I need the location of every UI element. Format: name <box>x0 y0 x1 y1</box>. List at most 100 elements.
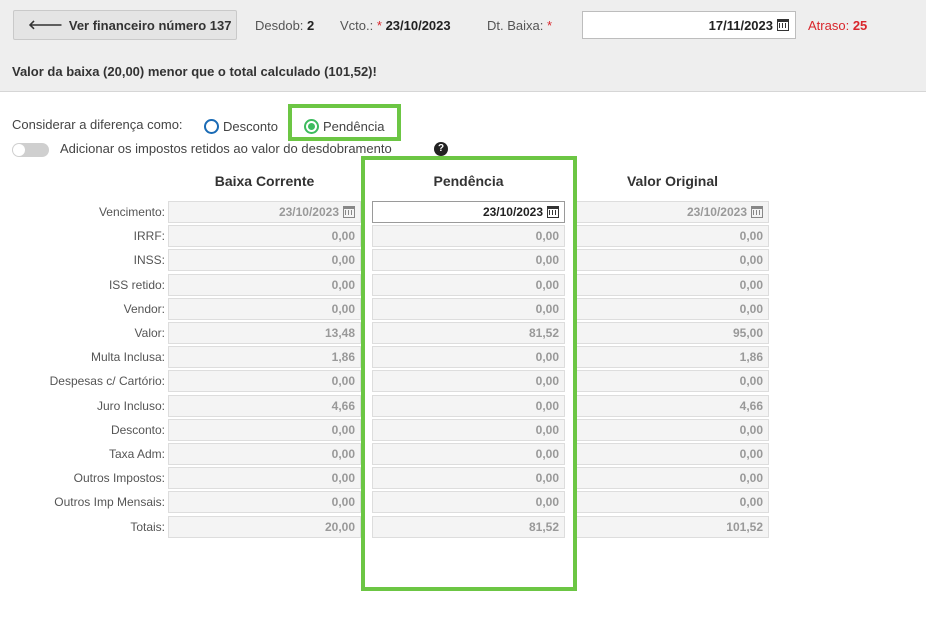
baixa-corrente-field: 0,00 <box>168 298 361 320</box>
row-label: Taxa Adm: <box>108 447 165 461</box>
dt-baixa-input[interactable]: 17/11/2023 <box>582 11 796 39</box>
row-label: Desconto: <box>110 423 165 437</box>
valor-original-field: 0,00 <box>576 491 769 513</box>
valor-original-field: 0,00 <box>576 443 769 465</box>
baixa-corrente-field: 23/10/2023 <box>168 201 361 223</box>
back-to-financeiro-button[interactable]: 🡐 Ver financeiro número 137 <box>13 10 237 40</box>
field-value: 13,48 <box>324 326 355 340</box>
row-label: Despesas c/ Cartório: <box>49 374 165 388</box>
row-label: INSS: <box>133 253 165 267</box>
field-value: 0,00 <box>739 374 763 388</box>
field-value: 0,00 <box>739 423 763 437</box>
field-value: 23/10/2023 <box>686 205 747 219</box>
valor-original-field: 0,00 <box>576 274 769 296</box>
atraso-info: Atraso: 25 <box>808 18 868 33</box>
desdob-value: 2 <box>307 18 315 33</box>
valor-original-field: 23/10/2023 <box>576 201 769 223</box>
field-value: 0,00 <box>739 302 763 316</box>
row-label: Vendor: <box>123 302 165 316</box>
required-asterisk: * <box>546 18 553 33</box>
valor-original-field: 95,00 <box>576 322 769 344</box>
field-value: 20,00 <box>324 520 355 534</box>
baixa-corrente-field: 0,00 <box>168 491 361 513</box>
baixa-corrente-field: 0,00 <box>168 225 361 247</box>
atraso-value: 25 <box>852 18 868 33</box>
field-value: 0,00 <box>739 229 763 243</box>
field-value: 0,00 <box>739 447 763 461</box>
row-label: Outros Impostos: <box>73 471 165 485</box>
considerar-label: Considerar a diferença como: <box>12 117 183 132</box>
field-value: 4,66 <box>739 399 763 413</box>
baixa-corrente-field: 0,00 <box>168 443 361 465</box>
row-label: Multa Inclusa: <box>90 350 165 364</box>
field-value: 0,00 <box>331 302 355 316</box>
baixa-corrente-field: 0,00 <box>168 249 361 271</box>
highlight-box-pendencia-column <box>361 156 577 591</box>
dt-baixa-label: Dt. Baixa: * <box>487 18 553 33</box>
column-header-baixa-corrente: Baixa Corrente <box>214 173 315 189</box>
vcto-value: 23/10/2023 <box>385 18 451 33</box>
toggle-label: Adicionar os impostos retidos ao valor d… <box>60 141 392 156</box>
help-icon[interactable]: ? <box>434 142 448 156</box>
field-value: 0,00 <box>739 278 763 292</box>
row-label: Vencimento: <box>98 205 165 219</box>
valor-original-field: 0,00 <box>576 298 769 320</box>
valor-original-field: 0,00 <box>576 370 769 392</box>
arrow-left-icon: 🡐 <box>28 17 63 32</box>
calendar-icon[interactable] <box>777 19 789 31</box>
valor-original-field: 101,52 <box>576 516 769 538</box>
field-value: 0,00 <box>331 423 355 437</box>
field-value: 0,00 <box>331 229 355 243</box>
valor-original-field: 1,86 <box>576 346 769 368</box>
field-value: 101,52 <box>726 520 763 534</box>
valor-original-field: 0,00 <box>576 249 769 271</box>
dt-baixa-value: 17/11/2023 <box>708 17 773 33</box>
field-value: 0,00 <box>739 253 763 267</box>
field-value: 1,86 <box>739 350 763 364</box>
field-value: 1,86 <box>331 350 355 364</box>
row-label: Totais: <box>130 520 165 534</box>
baixa-corrente-field: 0,00 <box>168 419 361 441</box>
baixa-corrente-field: 4,66 <box>168 395 361 417</box>
radio-circle-icon <box>204 119 219 134</box>
baixa-corrente-field: 13,48 <box>168 322 361 344</box>
field-value: 23/10/2023 <box>278 205 339 219</box>
valor-original-field: 0,00 <box>576 225 769 247</box>
valor-original-field: 4,66 <box>576 395 769 417</box>
vcto-info: Vcto.: * 23/10/2023 <box>340 18 451 33</box>
field-value: 0,00 <box>331 447 355 461</box>
field-value: 0,00 <box>331 374 355 388</box>
calendar-icon <box>751 206 763 218</box>
field-value: 0,00 <box>739 471 763 485</box>
field-value: 0,00 <box>331 278 355 292</box>
baixa-corrente-field: 1,86 <box>168 346 361 368</box>
row-label: Juro Incluso: <box>96 399 165 413</box>
header-bar: 🡐 Ver financeiro número 137 Desdob: 2 Vc… <box>0 0 926 92</box>
field-value: 0,00 <box>331 253 355 267</box>
baixa-corrente-field: 0,00 <box>168 274 361 296</box>
row-label: Outros Imp Mensais: <box>54 495 165 509</box>
highlight-box-radio <box>288 104 401 141</box>
impostos-toggle[interactable] <box>12 143 49 157</box>
desdob-info: Desdob: 2 <box>255 18 315 33</box>
field-value: 0,00 <box>739 495 763 509</box>
column-header-valor-original: Valor Original <box>626 173 719 189</box>
baixa-corrente-field: 0,00 <box>168 370 361 392</box>
radio-desconto-label: Desconto <box>223 119 278 134</box>
row-label: IRRF: <box>133 229 165 243</box>
warning-message: Valor da baixa (20,00) menor que o total… <box>12 64 377 79</box>
baixa-corrente-field: 20,00 <box>168 516 361 538</box>
field-value: 95,00 <box>732 326 763 340</box>
back-button-label: Ver financeiro número 137 <box>68 17 232 33</box>
radio-desconto[interactable]: Desconto <box>204 119 278 134</box>
valor-original-field: 0,00 <box>576 467 769 489</box>
baixa-corrente-field: 0,00 <box>168 467 361 489</box>
valor-original-field: 0,00 <box>576 419 769 441</box>
field-value: 0,00 <box>331 471 355 485</box>
calendar-icon <box>343 206 355 218</box>
row-label: ISS retido: <box>108 278 165 292</box>
row-label: Valor: <box>134 326 165 340</box>
field-value: 0,00 <box>331 495 355 509</box>
field-value: 4,66 <box>331 399 355 413</box>
required-asterisk: * <box>376 18 382 33</box>
